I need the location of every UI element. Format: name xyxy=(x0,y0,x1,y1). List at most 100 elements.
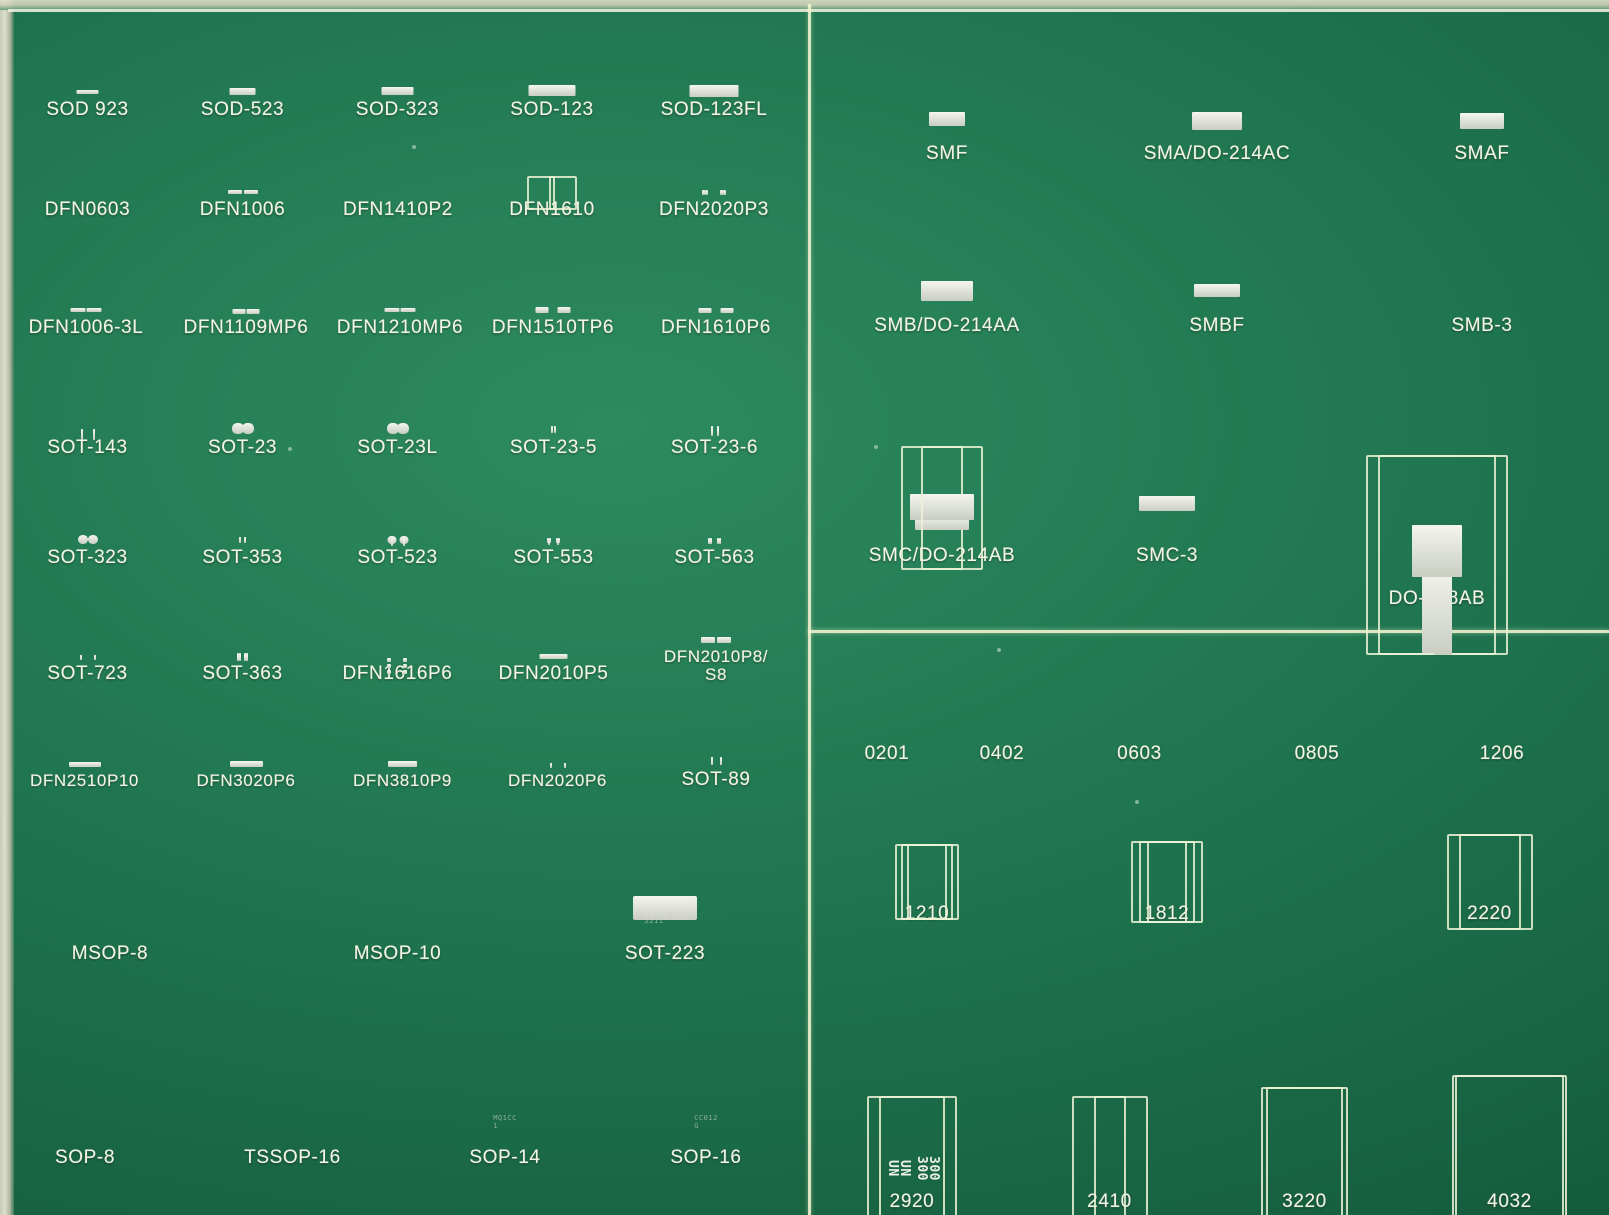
package-cell[interactable]: SMBF xyxy=(1102,196,1332,336)
package-label: DFN1210MP6 xyxy=(336,317,464,339)
package-cell[interactable]: SOT-23L xyxy=(320,360,475,458)
package-samples xyxy=(901,446,983,571)
package-cell[interactable]: 2410 xyxy=(1027,964,1192,1215)
package-cell[interactable]: TSSOP-16 xyxy=(205,1018,380,1168)
package-cell[interactable]: SOT-323 xyxy=(10,478,165,568)
package-label: DFN1510TP6 xyxy=(491,317,615,339)
package-samples xyxy=(79,647,96,661)
package-cell[interactable]: SMC-3 xyxy=(1062,366,1272,566)
package-cell[interactable]: DFN1410P2 xyxy=(318,133,478,220)
package-cell[interactable]: CC012 G SOP-16 xyxy=(608,1010,804,1168)
package-cell[interactable]: DFN1006-3L xyxy=(6,250,166,338)
package-samples xyxy=(390,183,406,193)
package-samples xyxy=(535,301,571,314)
package-cell[interactable]: MQ1CC 1 SOP-14 xyxy=(410,1010,600,1168)
package-label: 0201 xyxy=(864,743,910,765)
package-cell[interactable]: SMA/DO-214AC xyxy=(1092,12,1342,164)
package-cell[interactable]: 3220 xyxy=(1202,946,1407,1215)
package-cell[interactable]: DFN3810P9 xyxy=(325,692,480,790)
package-cell[interactable]: SOD-523 xyxy=(165,22,320,120)
package-cell[interactable]: 1812 xyxy=(1062,792,1272,924)
package-samples xyxy=(227,183,258,195)
package-samples xyxy=(698,301,734,314)
package-cell[interactable]: 0402 xyxy=(942,662,1062,764)
package-samples: SUK 2211 A.SUK xyxy=(633,896,697,925)
package-label: SOT-563 xyxy=(674,547,755,569)
package-cell[interactable]: 0805 xyxy=(1232,656,1402,764)
package-cell[interactable]: SOD-123FL xyxy=(630,4,798,120)
package-cell[interactable]: SOT-363 xyxy=(165,596,320,684)
package-label: SMAF xyxy=(1454,143,1510,165)
package-cell[interactable]: 1210 xyxy=(832,794,1022,924)
package-samples xyxy=(1131,841,1203,924)
package-cell[interactable]: DFN3020P6 xyxy=(167,696,325,790)
package-samples xyxy=(229,83,256,96)
package-label: DFN1006-3L xyxy=(28,317,144,339)
package-cell[interactable]: DFN1109MP6 xyxy=(166,250,326,338)
package-label: DFN1410P2 xyxy=(343,199,453,221)
package-cell[interactable]: SOT-23 xyxy=(165,360,320,458)
package-cell[interactable]: SOT-143 xyxy=(10,360,165,458)
package-label: SOT-23 xyxy=(207,437,278,459)
package-cell[interactable]: SOD-123 xyxy=(473,4,631,120)
package-label: DFN2510P10 xyxy=(29,771,139,791)
package-samples xyxy=(689,83,739,98)
package-samples xyxy=(549,755,566,769)
package-cell[interactable]: SMF xyxy=(842,24,1052,164)
package-samples xyxy=(386,421,409,435)
package-cell[interactable]: UN 300 UN 300 2920 xyxy=(822,964,1002,1215)
package-cell[interactable]: SOT-23-5 xyxy=(476,360,631,458)
package-cell[interactable]: DFN2510P10 xyxy=(2,700,167,790)
package-samples xyxy=(381,83,414,96)
package-cell[interactable]: SMB-3 xyxy=(1362,190,1602,336)
package-cell[interactable]: SOD-323 xyxy=(320,16,475,120)
package-cell[interactable]: 1206 xyxy=(1397,644,1607,764)
package-samples xyxy=(1194,280,1240,298)
package-cell[interactable]: 0201 xyxy=(832,664,942,764)
package-cell[interactable]: SOT-553 xyxy=(476,484,631,568)
package-cell[interactable]: DFN1616P6 xyxy=(320,600,475,684)
package-cell[interactable]: SOT-23-6 xyxy=(632,360,797,458)
package-cell[interactable]: DFN0603 xyxy=(10,135,165,220)
package-cell[interactable]: 0603 xyxy=(1052,656,1227,764)
package-cell[interactable]: DFN2020P6 xyxy=(480,704,635,790)
package-cell[interactable]: SOT-723 xyxy=(10,604,165,684)
package-samples xyxy=(384,301,416,313)
package-cell[interactable]: MSOP-8 xyxy=(20,836,200,964)
package-label: MSOP-8 xyxy=(71,943,149,965)
package-samples xyxy=(710,753,722,766)
package-label: 0805 xyxy=(1294,743,1340,765)
package-cell[interactable]: SOT-89 xyxy=(630,688,802,790)
package-cell[interactable]: SMB/DO-214AA xyxy=(832,194,1062,336)
package-cell[interactable]: DFN2020P3 xyxy=(630,128,798,220)
package-cell[interactable]: SOT-353 xyxy=(165,474,320,568)
package-cell[interactable]: SOT-523 xyxy=(320,484,475,568)
package-cell[interactable]: DFN2010P8/ S8 xyxy=(632,592,800,684)
package-cell[interactable]: SMC/DO-214AB xyxy=(832,366,1052,571)
package-samples xyxy=(80,421,95,441)
package-cell[interactable]: SMAF xyxy=(1372,24,1592,164)
package-cell[interactable]: SUK 2211 A.SUK SOT-223 xyxy=(555,826,775,964)
package-label: DFN3020P6 xyxy=(196,771,296,791)
package-samples xyxy=(1137,712,1143,722)
package-cell[interactable]: 4032 xyxy=(1397,934,1609,1215)
package-samples xyxy=(551,421,557,434)
package-cell[interactable]: DFN1610P6 xyxy=(632,248,800,338)
package-label: DFN1109MP6 xyxy=(183,317,309,339)
package-cell[interactable]: DFN1006 xyxy=(165,133,320,220)
package-samples xyxy=(708,531,721,545)
package-cell[interactable]: SOD 923 xyxy=(10,30,165,120)
package-cell[interactable]: MSOP-10 xyxy=(300,836,495,964)
package-cell[interactable]: 2220 xyxy=(1372,780,1607,931)
package-cell[interactable]: DO-218AB xyxy=(1267,334,1607,656)
package-cell[interactable]: DFN1510TP6 xyxy=(474,248,632,338)
lead-row xyxy=(702,190,708,196)
package-samples xyxy=(1479,282,1485,292)
package-cell[interactable]: DFN1210MP6 xyxy=(320,250,480,338)
package-cell[interactable]: SOT-563 xyxy=(632,484,797,568)
package-cell[interactable]: DFN1610 xyxy=(473,128,631,220)
package-cell[interactable]: SOP-8 xyxy=(10,1018,160,1168)
package-cell[interactable]: DFN2010P5 xyxy=(476,598,631,684)
package-samples xyxy=(539,647,568,660)
package-samples xyxy=(76,83,99,95)
